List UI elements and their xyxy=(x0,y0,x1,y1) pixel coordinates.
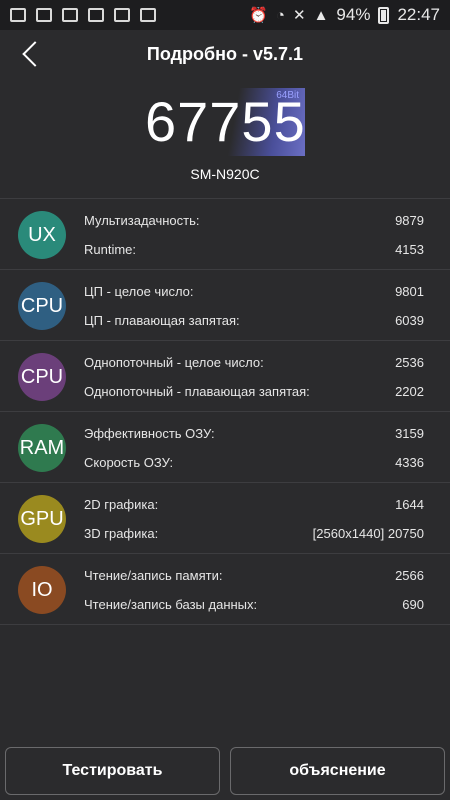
metric-label: Скорость ОЗУ: xyxy=(84,455,174,470)
battery-icon xyxy=(378,6,390,24)
metric-label: Мультизадачность: xyxy=(84,213,200,228)
metric-label: ЦП - целое число: xyxy=(84,284,194,299)
gpu-badge: GPU xyxy=(18,495,66,543)
metric-label: Runtime: xyxy=(84,242,137,257)
battery-percent: 94% xyxy=(336,5,371,24)
mute-icon: ✕ xyxy=(292,7,306,24)
result-row-gpu: GPU 2D графика: 1644 3D графика: [2560x144… xyxy=(0,482,450,553)
device-model: SM-N920C xyxy=(190,166,260,182)
metric-value: 6039 xyxy=(395,313,424,328)
gallery-icon xyxy=(36,8,52,22)
header: Подробно - v5.7.1 xyxy=(0,30,450,80)
metric-value: 9801 xyxy=(395,284,424,299)
cpu-badge: CPU xyxy=(18,282,66,330)
signal-icon: ▲ xyxy=(313,6,329,24)
metric-label: ЦП - плавающая запятая: xyxy=(84,313,240,328)
cpu-single-badge: CPU xyxy=(18,353,66,401)
page-title: Подробно - v5.7.1 xyxy=(146,44,304,64)
status-bar: ⏰ ◔ ✕ ▲ 94% 22:47 xyxy=(0,0,450,30)
metric-value: 690 xyxy=(402,597,424,612)
metric-value: [2560x1440] 20750 xyxy=(312,526,424,541)
store-icon xyxy=(114,8,130,22)
bits-label: 64Bit xyxy=(276,90,299,101)
metric-label: 3D графика: xyxy=(84,526,159,541)
metric-label: Однопоточный - целое число: xyxy=(84,355,264,370)
alarm-icon: ⏰ xyxy=(249,7,268,24)
notification-icons xyxy=(10,8,156,22)
clipboard-icon xyxy=(140,8,156,22)
metric-value: 2566 xyxy=(395,568,424,583)
metric-label: 2D графика: xyxy=(84,497,159,512)
clock: 22:47 xyxy=(397,5,440,24)
metric-value: 2202 xyxy=(395,384,424,399)
ram-badge: RAM xyxy=(18,424,66,472)
explain-button[interactable]: объяснение xyxy=(230,747,445,795)
metric-value: 9879 xyxy=(395,213,424,228)
results-list: UX Мультизадачность: 9879 Runtime: 4153 CP… xyxy=(0,198,450,625)
io-badge: IO xyxy=(18,566,66,614)
wifi-icon: ◔ xyxy=(275,6,285,24)
result-row-cpu: CPU ЦП - целое число: 9801 ЦП - плавающая… xyxy=(0,269,450,340)
metric-value: 1644 xyxy=(395,497,424,512)
mail-icon xyxy=(62,8,78,22)
test-button[interactable]: Тестировать xyxy=(5,747,220,795)
metric-label: Однопоточный - плавающая запятая: xyxy=(84,384,310,399)
ux-badge: UX xyxy=(18,211,66,259)
metric-value: 2536 xyxy=(395,355,424,370)
store-icon xyxy=(88,8,104,22)
photo-icon xyxy=(10,8,26,22)
metric-label: Чтение/запись базы данных: xyxy=(84,597,258,612)
result-row-ram: RAM Эффективность ОЗУ: 3159 Скорость ОЗУ:… xyxy=(0,411,450,482)
system-icons: ⏰ ◔ ✕ ▲ 94% 22:47 xyxy=(249,5,440,25)
result-row-ux: UX Мультизадачность: 9879 Runtime: 4153 xyxy=(0,198,450,269)
result-row-cpu-single: CPU Однопоточный - целое число: 2536 Одно… xyxy=(0,340,450,411)
metric-value: 3159 xyxy=(395,426,424,441)
total-score: 67755 64Bit xyxy=(145,88,305,156)
result-row-io: IO Чтение/запись памяти: 2566 Чтение/запи… xyxy=(0,553,450,625)
metric-value: 4153 xyxy=(395,242,424,257)
metric-label: Чтение/запись памяти: xyxy=(84,568,223,583)
metric-label: Эффективность ОЗУ: xyxy=(84,426,215,441)
metric-value: 4336 xyxy=(395,455,424,470)
